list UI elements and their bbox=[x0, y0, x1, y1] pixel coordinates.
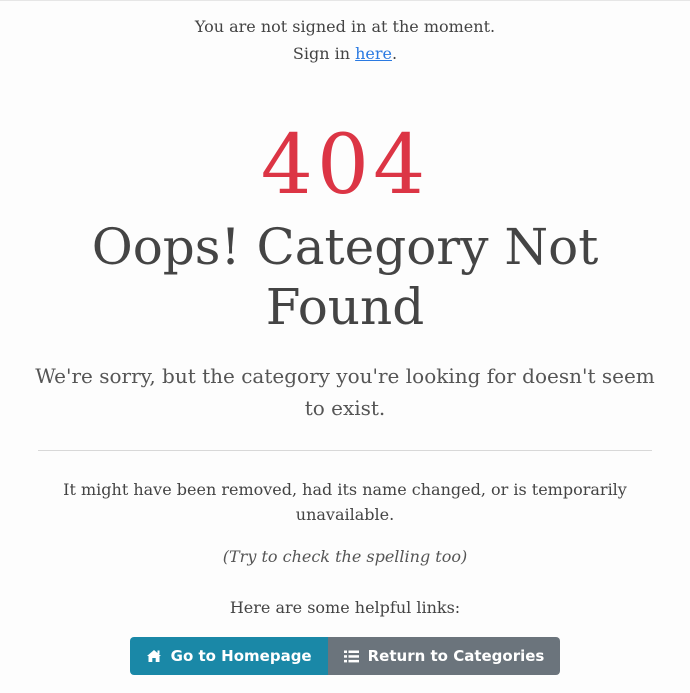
signin-line: Sign in here. bbox=[0, 40, 690, 67]
signin-link[interactable]: here bbox=[355, 44, 392, 63]
helpful-links-label: Here are some helpful links: bbox=[229, 598, 461, 617]
error-code: 404 bbox=[260, 118, 430, 213]
lead-text: We're sorry, but the category you're loo… bbox=[35, 364, 655, 420]
signin-prompt: Sign in bbox=[292, 44, 356, 63]
signin-suffix: . bbox=[392, 44, 398, 63]
go-to-homepage-button[interactable]: Go to Homepage bbox=[129, 637, 328, 675]
top-border bbox=[0, 0, 690, 1]
home-icon bbox=[146, 649, 162, 663]
return-to-categories-button[interactable]: Return to Categories bbox=[327, 637, 561, 675]
page-title: Oops! Category Not Found bbox=[91, 218, 599, 336]
divider bbox=[38, 450, 652, 451]
return-to-categories-label: Return to Categories bbox=[367, 647, 545, 665]
spelling-hint: (Try to check the spelling too) bbox=[222, 547, 468, 566]
button-group: Go to Homepage Return to Categories bbox=[129, 637, 561, 675]
list-icon bbox=[343, 650, 359, 663]
detail-text: It might have been removed, had its name… bbox=[63, 480, 627, 524]
signin-message: You are not signed in at the moment. bbox=[194, 17, 496, 36]
signin-notice: You are not signed in at the moment. Sig… bbox=[0, 0, 690, 67]
go-to-homepage-label: Go to Homepage bbox=[170, 647, 312, 665]
not-found-page: You are not signed in at the moment. Sig… bbox=[0, 0, 690, 675]
